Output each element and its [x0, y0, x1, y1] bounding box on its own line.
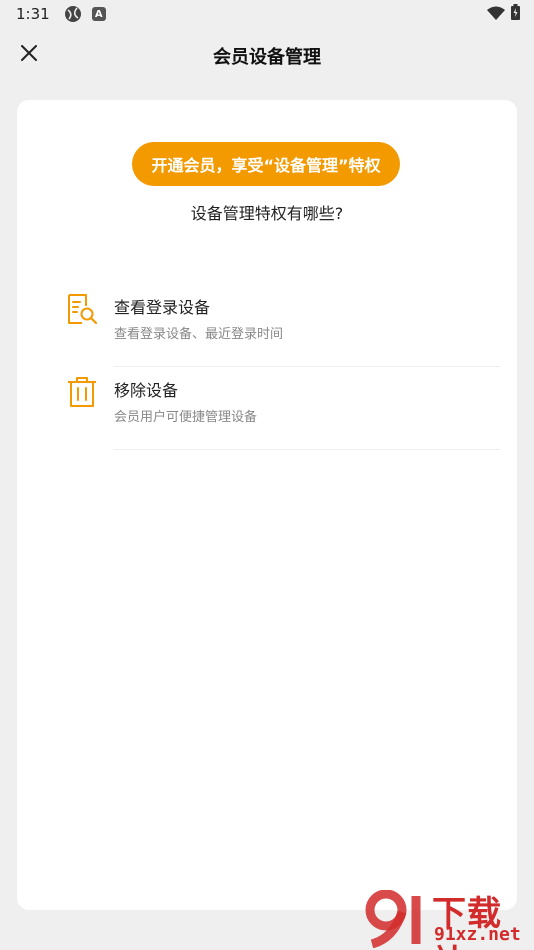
battery-icon: [511, 4, 520, 24]
top-app-bar: 会员设备管理: [0, 28, 534, 84]
divider: [114, 366, 500, 367]
a-badge-icon: A: [91, 7, 106, 21]
feature-title: 查看登录设备: [114, 298, 211, 317]
status-bar: 1:31 A: [0, 0, 534, 28]
status-time: 1:31: [16, 5, 50, 23]
close-button[interactable]: [14, 40, 44, 70]
site-watermark: 下载站 91xz.net: [360, 884, 534, 950]
page-title: 会员设备管理: [213, 47, 321, 68]
privilege-question: 设备管理特权有哪些?: [190, 204, 344, 223]
feature-remove-device: 移除设备 会员用户可便捷管理设备: [65, 369, 501, 451]
device-management-card: 开通会员，享受“设备管理”特权 设备管理特权有哪些? 查看登录设备 查看登录设备…: [17, 100, 517, 910]
watermark-url: 91xz.net: [434, 924, 521, 945]
feature-description: 查看登录设备、最近登录时间: [114, 327, 284, 342]
feature-description: 会员用户可便捷管理设备: [114, 410, 258, 425]
wifi-icon: [487, 5, 505, 24]
globe-icon: [64, 5, 82, 23]
watermark-logo-icon: [364, 889, 430, 950]
document-search-icon: [65, 292, 99, 326]
close-icon: [21, 45, 37, 65]
status-right: [487, 4, 520, 24]
open-membership-button[interactable]: 开通会员，享受“设备管理”特权: [132, 142, 400, 186]
divider: [114, 449, 500, 450]
trash-icon: [65, 375, 99, 409]
feature-view-login-devices: 查看登录设备 查看登录设备、最近登录时间: [65, 286, 501, 368]
feature-title: 移除设备: [114, 381, 179, 400]
